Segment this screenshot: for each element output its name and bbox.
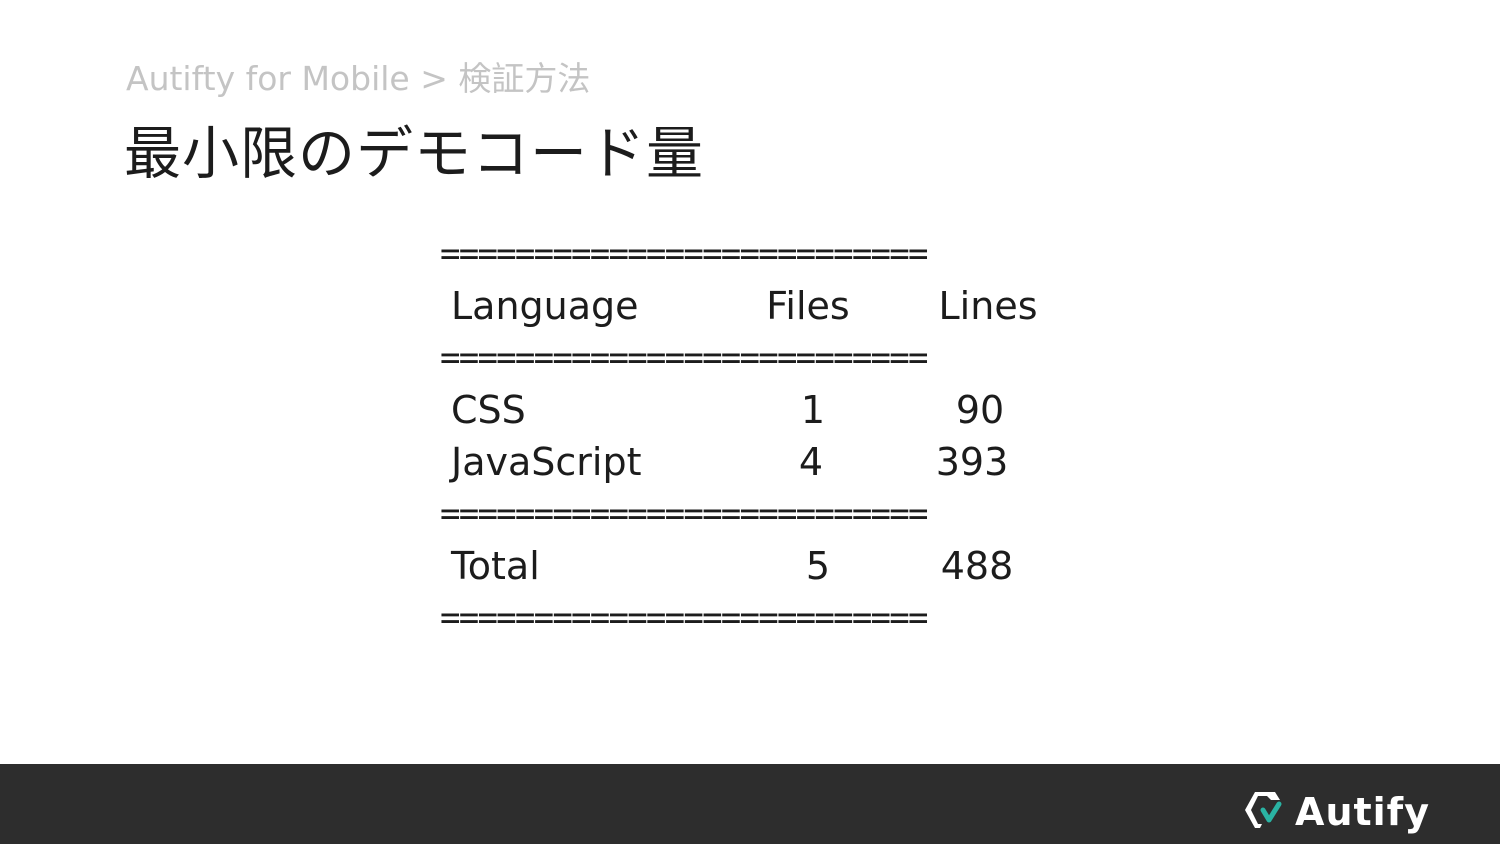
total-lines: 488	[940, 544, 1014, 588]
table-row: JavaScript 4 393	[440, 436, 1080, 488]
files-cell: 1	[800, 388, 826, 432]
total-files: 5	[805, 544, 831, 588]
header-lines: Lines	[938, 284, 1038, 328]
lines-cell: 393	[935, 440, 1009, 484]
separator-line: ==========================	[440, 338, 928, 378]
total-label: Total	[451, 544, 540, 588]
header-row: Language Files Lines	[440, 280, 1080, 332]
table-row: CSS 1 90	[440, 384, 1080, 436]
separator-line: ==========================	[440, 234, 928, 274]
brand-name: Autify	[1295, 790, 1430, 834]
breadcrumb: Autifty for Mobile > 検証方法	[126, 59, 591, 98]
code-line-count-report: ========================== Language File…	[440, 228, 1080, 644]
separator-line: ==========================	[440, 598, 928, 638]
language-cell: JavaScript	[451, 440, 642, 484]
slide: Autifty for Mobile > 検証方法 最小限のデモコード量 ===…	[0, 0, 1500, 844]
total-row: Total 5 488	[440, 540, 1080, 592]
header-language: Language	[451, 284, 639, 328]
page-title: 最小限のデモコード量	[124, 121, 704, 187]
brand-logo: Autify	[1243, 790, 1430, 834]
files-cell: 4	[798, 440, 824, 484]
lines-cell: 90	[955, 388, 1005, 432]
language-cell: CSS	[451, 388, 526, 432]
footer-bar: Autify	[0, 764, 1500, 844]
autify-logo-icon	[1243, 790, 1287, 834]
header-files: Files	[766, 284, 850, 328]
separator-line: ==========================	[440, 494, 928, 534]
